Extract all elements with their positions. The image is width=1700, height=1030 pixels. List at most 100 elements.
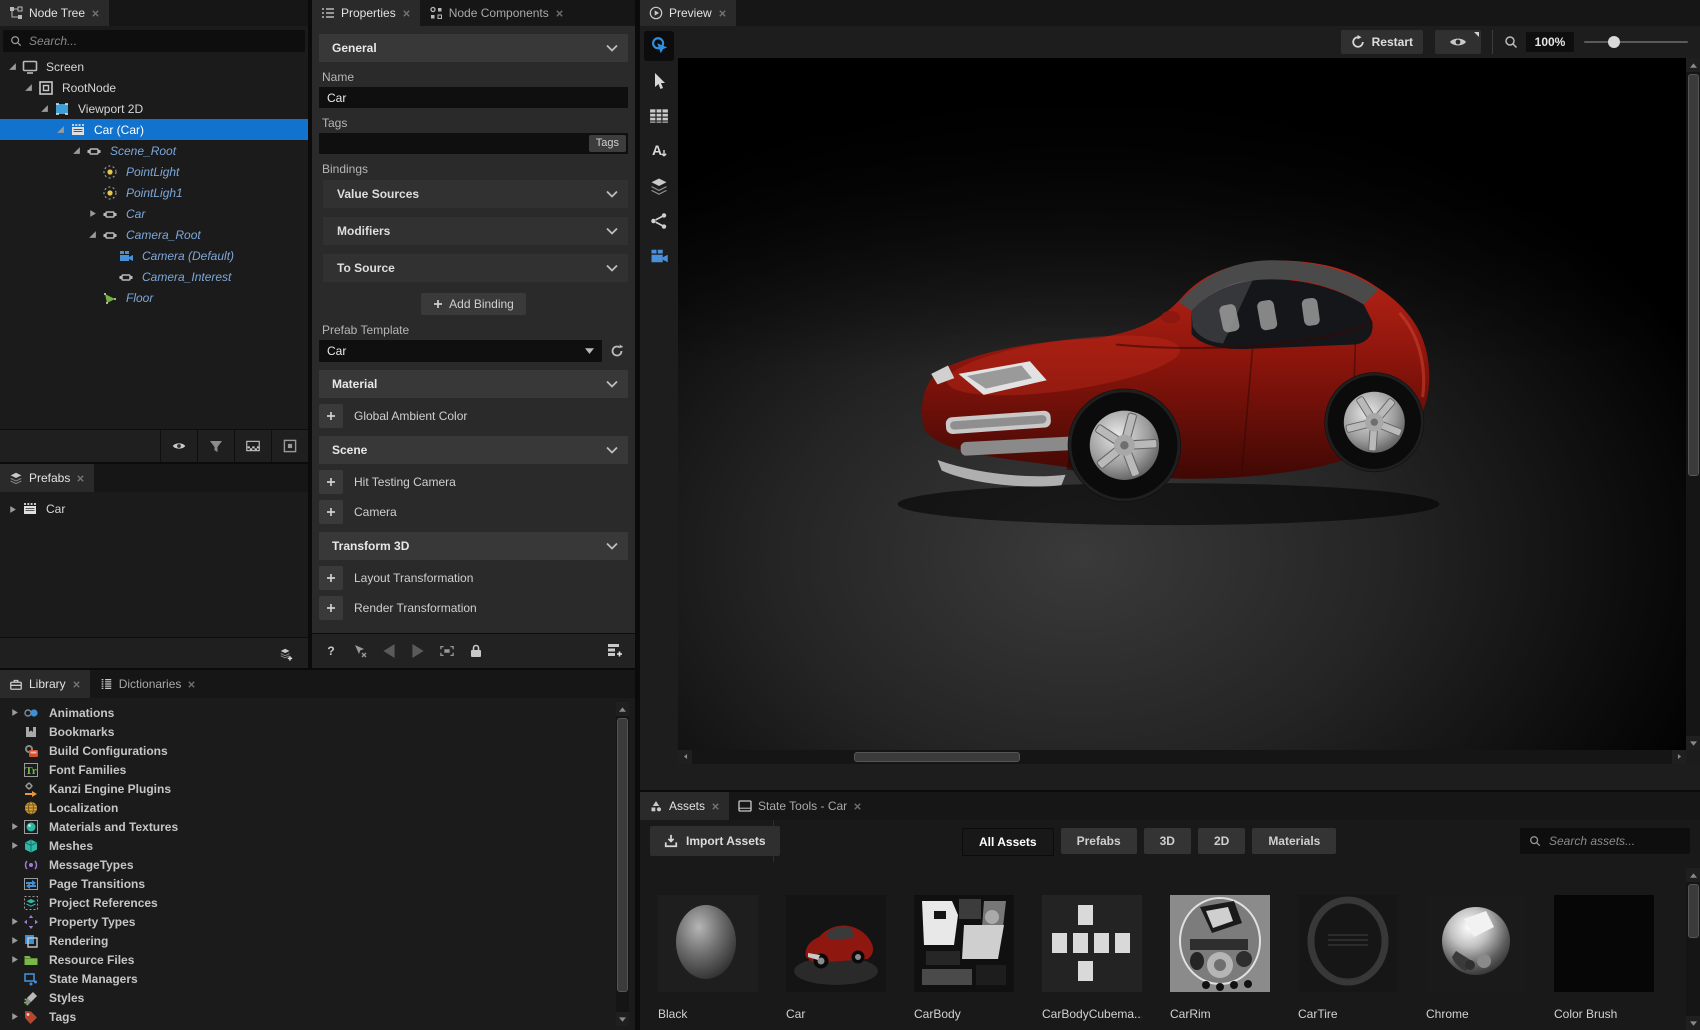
restart-button[interactable]: Restart (1340, 30, 1423, 54)
pointer-button[interactable] (353, 644, 367, 658)
filter-2d[interactable]: 2D (1197, 828, 1246, 854)
scroll-left-button[interactable] (678, 750, 692, 764)
tab-state-tools[interactable]: State Tools - Car (729, 792, 871, 820)
add-hit-testing-camera-button[interactable] (319, 470, 343, 494)
close-icon[interactable] (91, 9, 100, 18)
prefab-template-dropdown[interactable]: Car (319, 340, 602, 362)
section-header-scene[interactable]: Scene (319, 436, 628, 464)
tab-preview[interactable]: Preview (640, 0, 736, 26)
filter-all-assets[interactable]: All Assets (962, 828, 1054, 856)
scroll-down-button[interactable] (616, 1012, 629, 1026)
select-tool[interactable] (644, 66, 674, 96)
scroll-up-button[interactable] (1686, 868, 1700, 882)
import-assets-button[interactable]: Import Assets (650, 826, 780, 856)
expander-icon[interactable] (38, 104, 51, 113)
filter-prefabs[interactable]: Prefabs (1060, 828, 1137, 854)
close-icon[interactable] (853, 802, 862, 811)
scroll-right-button[interactable] (1672, 750, 1686, 764)
section-header-general[interactable]: General (319, 34, 628, 62)
asset-item-car[interactable]: Car (786, 895, 886, 1021)
tree-item-camera-default[interactable]: Camera (Default) (0, 245, 308, 266)
tab-dictionaries[interactable]: Dictionaries (90, 670, 206, 698)
tree-item-scene-root[interactable]: Scene_Root (0, 140, 308, 161)
scroll-thumb[interactable] (1688, 884, 1699, 938)
tree-item-floor[interactable]: Floor (0, 287, 308, 308)
zoom-slider[interactable] (1584, 30, 1688, 54)
add-global-ambient-color-button[interactable] (319, 404, 343, 428)
tree-item-camera-interest[interactable]: Camera_Interest (0, 266, 308, 287)
visualization-button[interactable] (1435, 30, 1481, 54)
section-header-transform-3d[interactable]: Transform 3D (319, 532, 628, 560)
connections-tool[interactable] (644, 206, 674, 236)
lock-button[interactable] (469, 644, 483, 658)
expander-icon[interactable] (6, 505, 19, 514)
asset-item-black[interactable]: Black (658, 895, 758, 1021)
visibility-button[interactable] (160, 430, 197, 462)
tree-item-viewport-2d[interactable]: Viewport 2D (0, 98, 308, 119)
binding-group-to-source[interactable]: To Source (323, 254, 628, 282)
library-scrollbar[interactable] (616, 702, 629, 1026)
back-button[interactable] (382, 644, 396, 658)
t ab-node-components[interactable]: Node Components (420, 0, 573, 26)
close-icon[interactable] (718, 9, 727, 18)
focus-frame-button[interactable] (440, 644, 454, 658)
library-item-tags[interactable]: Tags (8, 1007, 635, 1026)
library-item-build-configurations[interactable]: Build Configurations (8, 741, 635, 760)
camera-tool[interactable] (644, 241, 674, 271)
add-prefab-button[interactable] (272, 638, 300, 670)
asset-item-carbody[interactable]: CarBody (914, 895, 1014, 1021)
filter-3d[interactable]: 3D (1143, 828, 1191, 854)
tab-assets[interactable]: Assets (640, 792, 730, 820)
close-icon[interactable] (402, 9, 411, 18)
binding-group-value-sources[interactable]: Value Sources (323, 180, 628, 208)
tags-button[interactable]: Tags (588, 135, 626, 152)
add-camera-button[interactable] (319, 500, 343, 524)
section-header-material[interactable]: Material (319, 370, 628, 398)
library-item-styles[interactable]: Styles (8, 988, 635, 1007)
close-icon[interactable] (76, 474, 85, 483)
tab-prefabs[interactable]: Prefabs (0, 464, 95, 492)
library-item-resource-files[interactable]: Resource Files (8, 950, 635, 969)
name-field[interactable]: Car (319, 87, 628, 108)
scroll-thumb[interactable] (617, 718, 628, 992)
asset-item-carbodycubema[interactable]: CarBodyCubema... (1042, 895, 1142, 1021)
revert-prefab-button[interactable] (606, 340, 628, 362)
text-tool[interactable]: A (644, 136, 674, 166)
add-binding-button[interactable]: Add Binding (421, 293, 526, 315)
tree-item-pointlight[interactable]: PointLight (0, 161, 308, 182)
grid-tool[interactable] (644, 101, 674, 131)
library-item-bookmarks[interactable]: Bookmarks (8, 722, 635, 741)
preview-horizontal-scrollbar[interactable] (678, 750, 1686, 764)
library-item-kanzi-engine-plugins[interactable]: Kanzi Engine Plugins (8, 779, 635, 798)
asset-item-chrome[interactable]: Chrome (1426, 895, 1526, 1021)
expander-icon[interactable] (8, 955, 21, 964)
library-item-font-families[interactable]: Tr Font Families (8, 760, 635, 779)
filter-materials[interactable]: Materials (1252, 828, 1337, 854)
expander-icon[interactable] (8, 1012, 21, 1021)
asset-item-cartire[interactable]: CarTire (1298, 895, 1398, 1021)
expander-icon[interactable] (8, 936, 21, 945)
library-item-localization[interactable]: Localization (8, 798, 635, 817)
preview-viewport[interactable] (678, 58, 1686, 750)
tab-node-tree[interactable]: Node Tree (0, 0, 110, 26)
close-icon[interactable] (187, 680, 196, 689)
add-render-transformation-button[interactable] (319, 596, 343, 620)
scroll-down-button[interactable] (1686, 736, 1700, 750)
tree-item-pointligh1[interactable]: PointLigh1 (0, 182, 308, 203)
expander-icon[interactable] (86, 209, 99, 218)
tab-properties[interactable]: Properties (312, 0, 420, 26)
close-icon[interactable] (711, 802, 720, 811)
expander-icon[interactable] (8, 708, 21, 717)
tree-item-car[interactable]: Car (0, 203, 308, 224)
close-icon[interactable] (72, 680, 81, 689)
library-item-meshes[interactable]: Meshes (8, 836, 635, 855)
expander-icon[interactable] (54, 125, 67, 134)
asset-item-color-brush[interactable]: Color Brush (1554, 895, 1654, 1021)
tree-item-rootnode[interactable]: RootNode (0, 77, 308, 98)
library-item-property-types[interactable]: Property Types (8, 912, 635, 931)
library-item-messagetypes[interactable]: MessageTypes (8, 855, 635, 874)
options-button[interactable] (271, 430, 308, 462)
expander-icon[interactable] (86, 230, 99, 239)
scroll-thumb[interactable] (1688, 74, 1699, 476)
scroll-thumb[interactable] (854, 752, 1020, 762)
